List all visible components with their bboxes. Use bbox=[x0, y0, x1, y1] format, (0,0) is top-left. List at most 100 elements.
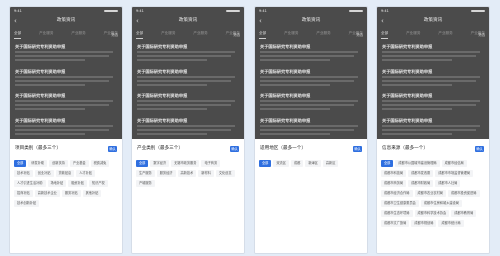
option-chip[interactable]: 成都市生态环境局 bbox=[381, 210, 413, 217]
option-chip[interactable]: 研发补助 bbox=[28, 160, 48, 167]
option-chip[interactable]: 融资补贴 bbox=[68, 180, 87, 187]
article-title[interactable]: 关于国际研究专利资助申报 bbox=[382, 93, 432, 99]
tab-2[interactable]: 产业服务 bbox=[193, 29, 207, 39]
option-chip[interactable]: 其他补贴 bbox=[82, 190, 102, 197]
article-title[interactable]: 关于国际研究专利资助申报 bbox=[15, 118, 65, 124]
article-title[interactable]: 关于国际研究专利资助申报 bbox=[260, 44, 310, 50]
confirm-button[interactable]: 确认 bbox=[108, 146, 117, 152]
option-chip[interactable]: 成都市商务局 bbox=[381, 180, 407, 187]
option-chip[interactable]: 成都市农业农村局 bbox=[414, 190, 446, 197]
tab-1[interactable]: 产业服务 bbox=[161, 29, 175, 39]
option-chip[interactable]: 高新区 bbox=[322, 160, 339, 167]
tab-1[interactable]: 产业服务 bbox=[284, 29, 298, 39]
option-chip[interactable]: 成都市经济合作局 bbox=[381, 190, 413, 197]
tab-1[interactable]: 产业服务 bbox=[39, 29, 53, 39]
option-chip[interactable]: 成都市发改委 bbox=[408, 170, 434, 177]
article-title[interactable]: 关于国际研究专利资助申报 bbox=[15, 69, 65, 75]
option-chip[interactable]: 新津区 bbox=[305, 160, 321, 167]
option-chip[interactable]: 税费减免 bbox=[90, 160, 110, 167]
article-title[interactable]: 关于国际研究专利资助申报 bbox=[260, 69, 310, 75]
filter-button[interactable]: 筛选 bbox=[478, 32, 485, 37]
option-chip[interactable]: 成都市投资促进局 bbox=[448, 190, 480, 197]
option-chip[interactable]: 成都市科学技术协会 bbox=[414, 210, 450, 217]
confirm-button[interactable]: 确认 bbox=[353, 146, 362, 152]
option-chip[interactable]: 数字经济 bbox=[150, 160, 170, 167]
option-chip[interactable]: 成都市规划局 bbox=[411, 220, 437, 227]
option-chip[interactable]: 双流区 bbox=[273, 160, 289, 167]
option-chip[interactable]: 全部 bbox=[136, 160, 149, 167]
tab-0[interactable]: 全部 bbox=[259, 29, 267, 39]
option-chip[interactable]: 成都市科技局 bbox=[381, 170, 407, 177]
article-title[interactable]: 关于国际研究专利资助申报 bbox=[382, 69, 432, 75]
filter-button[interactable]: 筛选 bbox=[111, 32, 118, 37]
option-chip[interactable]: 产业基金 bbox=[69, 160, 89, 167]
article-title[interactable]: 关于国际研究专利资助申报 bbox=[15, 44, 65, 50]
option-chip[interactable]: 成都市统计局 bbox=[438, 220, 464, 227]
option-chip[interactable]: 招商补贴 bbox=[14, 190, 33, 197]
option-chip[interactable]: 技术创新补贴 bbox=[14, 200, 40, 207]
option-chip[interactable]: 文化创意 bbox=[215, 170, 235, 177]
option-chip[interactable]: 成都市住房和城乡建设局 bbox=[420, 200, 462, 207]
option-chip[interactable]: 贷款贴息 bbox=[55, 170, 75, 177]
tab-0[interactable]: 全部 bbox=[14, 29, 22, 39]
article-title[interactable]: 关于国际研究专利资助申报 bbox=[260, 118, 310, 124]
option-chip[interactable]: 成都市文广旅局 bbox=[381, 220, 410, 227]
option-chip[interactable]: 成都市公园城市建设管理局 bbox=[395, 160, 440, 167]
filter-button[interactable]: 筛选 bbox=[356, 32, 363, 37]
confirm-button[interactable]: 确认 bbox=[230, 146, 239, 152]
filter-button[interactable]: 筛选 bbox=[233, 32, 240, 37]
tab-2[interactable]: 产业服务 bbox=[71, 29, 85, 39]
article-title[interactable]: 关于国际研究专利资助申报 bbox=[137, 44, 187, 50]
option-chip[interactable]: 成都市市场监督管理局 bbox=[435, 170, 474, 177]
option-chip[interactable]: 高新技术企业 bbox=[34, 190, 60, 197]
option-chip[interactable]: 产城服务 bbox=[136, 180, 155, 187]
option-chip[interactable]: 成都市人社局 bbox=[435, 180, 461, 187]
option-chip[interactable]: 知识产权 bbox=[89, 180, 108, 187]
article-title[interactable]: 关于国际研究专利资助申报 bbox=[137, 93, 187, 99]
article-title[interactable]: 关于国际研究专利资助申报 bbox=[260, 93, 310, 99]
option-chip[interactable]: 人才补贴 bbox=[76, 170, 95, 177]
option-chip[interactable]: 创业补贴 bbox=[34, 170, 54, 177]
option-chip[interactable]: 无锡市政务服务 bbox=[171, 160, 200, 167]
option-chip[interactable]: 服务补贴 bbox=[61, 190, 81, 197]
option-chip[interactable]: 全部 bbox=[259, 160, 272, 167]
article-title[interactable]: 关于国际研究专利资助申报 bbox=[137, 69, 187, 75]
option-chip[interactable]: 全部 bbox=[14, 160, 27, 167]
dimmed-background[interactable]: 9:41 ‹ 政策资讯 全部 产业服务 产业服务 产业服务 筛选 关于国际研究专利资助申报 关于国… bbox=[132, 7, 244, 139]
article-summary-line bbox=[382, 108, 452, 110]
tab-1[interactable]: 产业服务 bbox=[406, 29, 420, 39]
article-summary-line bbox=[137, 55, 231, 57]
option-chip[interactable]: 场地补贴 bbox=[47, 180, 67, 187]
confirm-button[interactable]: 确认 bbox=[475, 146, 484, 152]
tab-2[interactable]: 产业服务 bbox=[438, 29, 452, 39]
option-chip[interactable]: 成都市经信局 bbox=[441, 160, 467, 167]
sheet-header: 信息来源（最多一个） 确认 bbox=[382, 145, 484, 153]
option-chip[interactable]: 技术补贴 bbox=[14, 170, 33, 177]
phone-screen: 9:41 ‹ 政策资讯 全部 产业服务 产业服务 产业服务 筛选 关于国际研究专利资助申报 关于国… bbox=[376, 6, 490, 254]
article-summary-line bbox=[15, 108, 85, 110]
option-chip[interactable]: 成都市卫生健康委员会 bbox=[381, 200, 419, 207]
article-title[interactable]: 关于国际研究专利资助申报 bbox=[382, 44, 432, 50]
page-title: 政策资讯 bbox=[178, 18, 198, 23]
tab-0[interactable]: 全部 bbox=[381, 29, 389, 39]
status-time: 9:41 bbox=[381, 9, 389, 13]
option-chip[interactable]: 生产服务 bbox=[136, 170, 155, 177]
option-chip[interactable]: 成都 bbox=[290, 160, 304, 167]
option-chip[interactable]: 服务经济 bbox=[156, 170, 176, 177]
option-chip[interactable]: 新材料 bbox=[198, 170, 214, 177]
option-chip[interactable]: 人才引进生活补助 bbox=[14, 180, 46, 187]
dimmed-background[interactable]: 9:41 ‹ 政策资讯 全部 产业服务 产业服务 产业服务 筛选 关于国际研究专利资助申报 关于国… bbox=[255, 7, 367, 139]
tab-0[interactable]: 全部 bbox=[136, 29, 144, 39]
dimmed-background[interactable]: 9:41 ‹ 政策资讯 全部 产业服务 产业服务 产业服务 筛选 关于国际研究专利资助申报 关于国… bbox=[10, 7, 122, 139]
option-chip[interactable]: 成都市教育局 bbox=[451, 210, 477, 217]
option-chip[interactable]: 全部 bbox=[381, 160, 394, 167]
option-chip[interactable]: 电子商务 bbox=[201, 160, 221, 167]
option-chip[interactable]: 成都市财政局 bbox=[408, 180, 434, 187]
article-title[interactable]: 关于国际研究专利资助申报 bbox=[137, 118, 187, 124]
article-title[interactable]: 关于国际研究专利资助申报 bbox=[382, 118, 432, 124]
option-chip[interactable]: 高新技术 bbox=[177, 170, 197, 177]
option-chip[interactable]: 创新扶持 bbox=[49, 160, 68, 167]
article-title[interactable]: 关于国际研究专利资助申报 bbox=[15, 93, 65, 99]
dimmed-background[interactable]: 9:41 ‹ 政策资讯 全部 产业服务 产业服务 产业服务 筛选 关于国际研究专利资助申报 关于国… bbox=[377, 7, 489, 139]
tab-2[interactable]: 产业服务 bbox=[316, 29, 330, 39]
